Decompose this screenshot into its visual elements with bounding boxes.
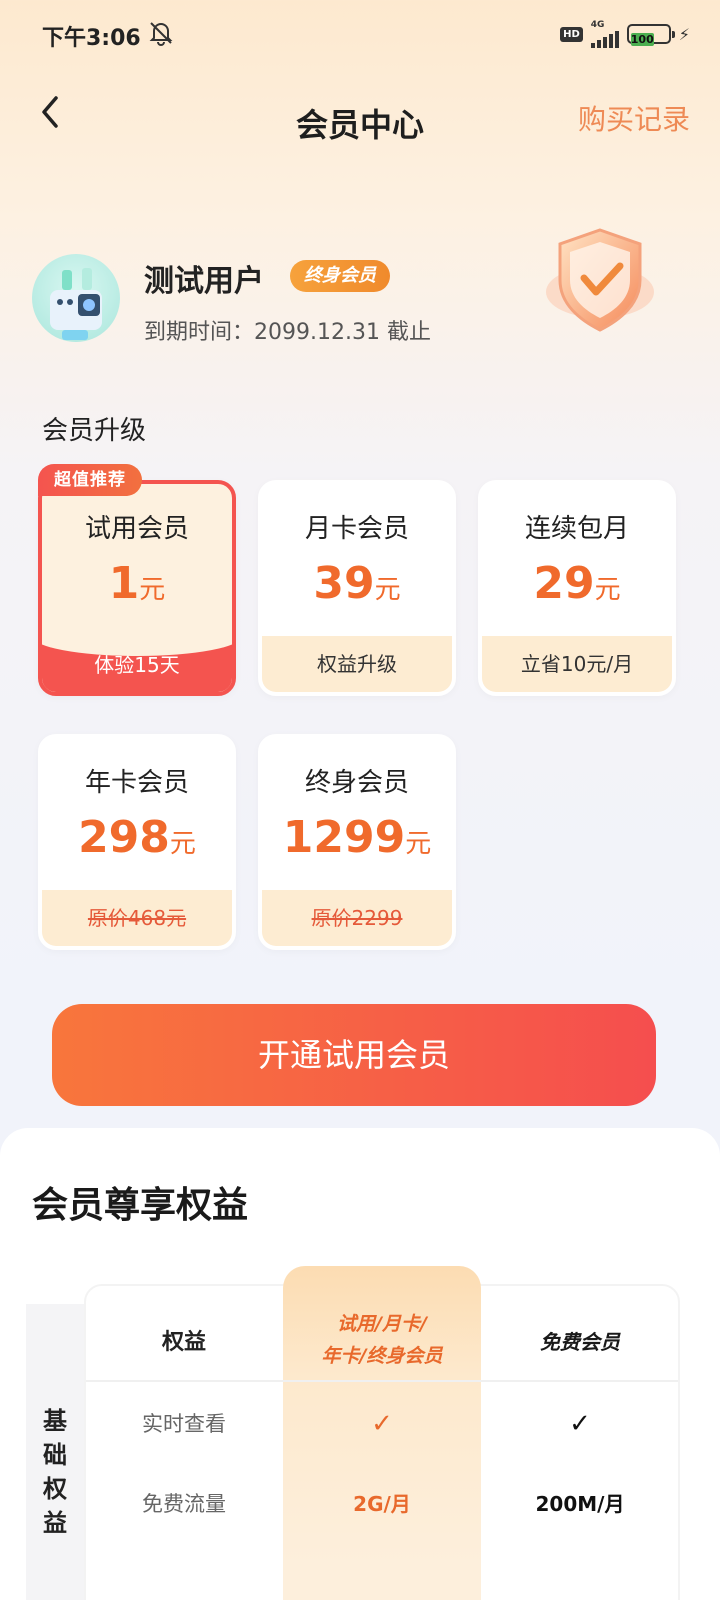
plan-card-auto-renew[interactable]: 连续包月 29元 立省10元/月 <box>478 480 676 696</box>
benefit-category-char: 益 <box>43 1509 67 1537</box>
plan-original-price: 原价468元 <box>42 890 232 946</box>
plan-price-amount: 39 <box>313 558 375 609</box>
header-free: 免费会员 <box>540 1329 620 1354</box>
benefits-title: 会员尊享权益 <box>32 1185 249 1226</box>
plan-price: 1元 <box>42 558 232 609</box>
charging-icon: ⚡ <box>678 24 690 44</box>
expire-label: 到期时间： <box>144 320 255 345</box>
battery-icon: 100 <box>626 24 675 46</box>
status-time: 下午3:06 <box>42 26 141 51</box>
battery-level: 100 <box>630 33 654 46</box>
bell-muted-icon <box>149 22 173 46</box>
benefit-category: 基 础 权 益 <box>26 1404 84 1540</box>
benefit-category-char: 基 <box>43 1407 67 1435</box>
plan-price-amount: 29 <box>533 558 595 609</box>
hd-icon: HD <box>560 26 583 42</box>
plan-price: 29元 <box>482 558 672 609</box>
benefit-free-value: ✓ <box>569 1409 591 1439</box>
plan-price: 1299元 <box>262 812 452 863</box>
signal-icon <box>590 30 619 48</box>
plan-card-monthly[interactable]: 月卡会员 39元 权益升级 <box>258 480 456 696</box>
benefit-name: 免费流量 <box>142 1492 226 1516</box>
plan-price: 298元 <box>42 812 232 863</box>
network-icon: 4G <box>590 19 619 48</box>
plan-price-amount: 1299 <box>282 812 406 863</box>
benefit-vip-value: ✓ <box>371 1409 393 1439</box>
benefit-category-char: 权 <box>43 1475 67 1503</box>
user-name: 测试用户 <box>144 264 264 299</box>
activate-button[interactable]: 开通试用会员 <box>52 1004 656 1106</box>
plan-original-price: 原价2299 <box>262 890 452 946</box>
table-divider <box>86 1380 678 1382</box>
header-vip: 试用/月卡/ 年卡/终身会员 <box>283 1300 481 1380</box>
purchase-records-link[interactable]: 购买记录 <box>578 98 690 138</box>
plan-name: 月卡会员 <box>304 514 409 544</box>
plan-price-unit: 元 <box>405 829 432 859</box>
membership-badge: 终身会员 <box>290 260 390 292</box>
avatar[interactable] <box>32 254 120 342</box>
header-vip-line2: 年卡/终身会员 <box>321 1345 443 1367</box>
header-vip-line1: 试用/月卡/ <box>337 1313 427 1335</box>
plan-card-trial[interactable]: 体验15天 试用会员 1元 <box>38 480 236 696</box>
plan-price-unit: 元 <box>594 575 621 605</box>
plan-price-amount: 1 <box>108 558 140 609</box>
plan-price-unit: 元 <box>169 829 196 859</box>
plan-name: 年卡会员 <box>84 768 189 798</box>
plan-price: 39元 <box>262 558 452 609</box>
plan-name: 试用会员 <box>84 514 189 544</box>
plan-card-lifetime[interactable]: 终身会员 1299元 原价2299 <box>258 734 456 950</box>
status-icons: HD 4G 100 ⚡ <box>560 19 690 48</box>
plan-name: 终身会员 <box>304 768 409 798</box>
benefit-name: 实时查看 <box>142 1412 226 1436</box>
robot-avatar-icon <box>50 268 102 340</box>
plan-price-amount: 298 <box>78 812 170 863</box>
benefit-category-char: 础 <box>43 1441 67 1469</box>
benefit-vip-value: 2G/月 <box>353 1492 411 1516</box>
header-benefit: 权益 <box>161 1330 206 1355</box>
benefit-free-value: 200M/月 <box>535 1492 625 1516</box>
plan-footer: 立省10元/月 <box>482 636 672 692</box>
plan-card-curve <box>42 616 232 656</box>
plan-name: 连续包月 <box>524 514 629 544</box>
vip-shield-check-icon <box>546 228 654 332</box>
recommend-tag: 超值推荐 <box>38 464 142 496</box>
plan-price-unit: 元 <box>374 575 401 605</box>
network-type: 4G <box>590 19 605 30</box>
plan-footer: 权益升级 <box>262 636 452 692</box>
plan-price-unit: 元 <box>139 575 166 605</box>
expire-info: 到期时间：2099.12.31 截止 <box>144 314 431 346</box>
upgrade-section-title: 会员升级 <box>42 416 147 446</box>
expire-value: 2099.12.31 截止 <box>254 320 431 345</box>
plan-card-yearly[interactable]: 年卡会员 298元 原价468元 <box>38 734 236 950</box>
